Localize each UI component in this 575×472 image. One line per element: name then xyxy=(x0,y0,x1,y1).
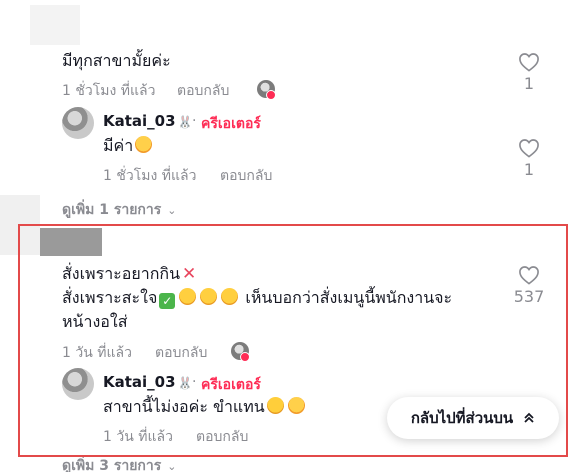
grinning-sweat-emoji-icon xyxy=(200,288,218,305)
comment-text-line: สั่งเพราะอยากกิน ✕ xyxy=(62,264,197,284)
avatar[interactable] xyxy=(62,107,94,139)
reply-text: สาขานี้ไม่งอค่ะ ขำแทน xyxy=(103,396,307,418)
chevron-down-icon: ⌄ xyxy=(167,460,177,472)
reply-button[interactable]: ตอบกลับ xyxy=(196,426,248,448)
reply-button[interactable]: ตอบกลับ xyxy=(220,165,272,187)
creator-badge: ครีเอเตอร์ xyxy=(201,377,261,393)
reply-text: มีค่า xyxy=(103,135,154,157)
double-chevron-up-icon xyxy=(524,412,534,423)
blurred-region-avatar xyxy=(40,228,102,256)
bunny-emoji-icon: 🐰 xyxy=(177,376,193,390)
back-to-top-label: กลับไปที่ส่วนบน xyxy=(410,409,514,427)
heart-outline-icon xyxy=(519,139,539,158)
bunny-emoji-icon: 🐰 xyxy=(177,115,193,129)
reply-timestamp: 1 ชั่วโมง ที่แล้ว xyxy=(103,168,197,184)
like-count: 537 xyxy=(513,287,545,306)
comment-text: มีทุกสาขามั้ยค่ะ xyxy=(62,51,171,70)
separator-dot: · xyxy=(192,374,197,390)
heart-outline-icon xyxy=(519,266,539,285)
chevron-down-icon: ⌄ xyxy=(167,204,177,217)
creator-badge: ครีเอเตอร์ xyxy=(201,116,261,132)
comment-text-line: สั่งเพราะสะใจ ✓ เห็นบอกว่าสั่งเมนูนี้พนัก… xyxy=(62,288,453,309)
view-more-replies[interactable]: ดูเพิ่ม 1 รายการ ⌄ xyxy=(62,199,176,221)
reply-button[interactable]: ตอบกลับ xyxy=(177,80,229,102)
cross-mark-emoji-icon: ✕ xyxy=(182,264,197,284)
grinning-sweat-emoji-icon xyxy=(221,288,239,305)
smiling-face-with-hearts-emoji-icon xyxy=(287,397,305,414)
separator-dot: · xyxy=(192,113,197,129)
creator-liked-heart-icon xyxy=(266,90,276,100)
comment-text-line: หน้างอใส่ xyxy=(62,312,128,331)
comment-timestamp: 1 วัน ที่แล้ว xyxy=(62,345,132,361)
like-button[interactable]: 1 xyxy=(509,138,549,179)
like-button[interactable]: 537 xyxy=(509,265,549,306)
comment-timestamp: 1 ชั่วโมง ที่แล้ว xyxy=(62,83,156,99)
grinning-sweat-emoji-icon xyxy=(179,288,197,305)
back-to-top-button[interactable]: กลับไปที่ส่วนบน xyxy=(387,397,559,439)
like-button[interactable]: 1 xyxy=(509,52,549,93)
rolling-laughing-emoji-icon xyxy=(266,397,284,414)
avatar[interactable] xyxy=(62,368,94,400)
reply-button[interactable]: ตอบกลับ xyxy=(155,342,207,364)
check-mark-emoji-icon: ✓ xyxy=(159,293,176,309)
smiling-face-with-hearts-emoji-icon xyxy=(135,136,153,153)
like-count: 1 xyxy=(523,74,535,93)
view-more-replies[interactable]: ดูเพิ่ม 3 รายการ ⌄ xyxy=(62,455,176,472)
reply-timestamp: 1 วัน ที่แล้ว xyxy=(103,429,173,445)
heart-outline-icon xyxy=(519,53,539,72)
reply-username[interactable]: Katai_03 🐰 xyxy=(103,112,193,130)
creator-liked-heart-icon xyxy=(240,352,250,362)
reply-username[interactable]: Katai_03 🐰 xyxy=(103,373,193,391)
blurred-region-top xyxy=(30,5,80,45)
blurred-region-left xyxy=(0,195,40,255)
like-count: 1 xyxy=(523,160,535,179)
